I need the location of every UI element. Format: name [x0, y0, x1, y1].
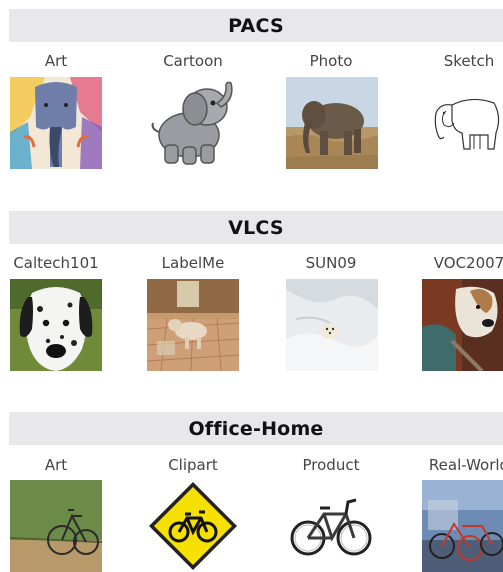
section-title: Office-Home: [9, 412, 503, 445]
domain-art: Art: [0, 51, 121, 71]
elephant-photo-icon: [286, 77, 378, 169]
domain-label: Product: [302, 456, 360, 474]
bicycles-street-photo-icon: [422, 480, 503, 572]
domain-caltech101: Caltech101: [0, 253, 121, 273]
dog-indoor-photo-icon: [147, 279, 239, 371]
bicycle-painting-icon: [10, 480, 102, 572]
domain-sketch: Sketch: [404, 51, 503, 71]
bicycle-sign-clipart-icon: [147, 480, 239, 572]
domain-label: VOC2007: [433, 254, 503, 272]
domain-label: Sketch: [443, 52, 495, 70]
domain-label: Art: [44, 52, 68, 70]
domain-product: Product: [266, 455, 396, 475]
domain-real-world: Real-World: [404, 455, 503, 475]
domain-labelme: LabelMe: [128, 253, 258, 273]
dog-in-snow-photo-icon: [286, 279, 378, 371]
domain-label: Real-World: [428, 456, 503, 474]
bicycle-product-photo-icon: [286, 480, 378, 572]
domain-cartoon: Cartoon: [128, 51, 258, 71]
domain-label: Art: [44, 456, 68, 474]
elephant-art-painting-icon: [10, 77, 102, 169]
dog-close-up-photo-icon: [422, 279, 503, 371]
section-title: PACS: [9, 9, 503, 42]
domain-label: LabelMe: [161, 254, 225, 272]
elephant-cartoon-icon: [147, 77, 239, 169]
domain-sun09: SUN09: [266, 253, 396, 273]
domain-clipart: Clipart: [128, 455, 258, 475]
domain-label: SUN09: [305, 254, 357, 272]
domain-photo: Photo: [266, 51, 396, 71]
elephant-sketch-icon: [422, 77, 503, 169]
domain-label: Caltech101: [13, 254, 99, 272]
domain-voc2007: VOC2007: [404, 253, 503, 273]
domain-label: Photo: [309, 52, 353, 70]
domain-art: Art: [0, 455, 121, 475]
section-title: VLCS: [9, 211, 503, 244]
domain-label: Cartoon: [163, 52, 223, 70]
domain-label: Clipart: [168, 456, 218, 474]
dalmatian-photo-icon: [10, 279, 102, 371]
